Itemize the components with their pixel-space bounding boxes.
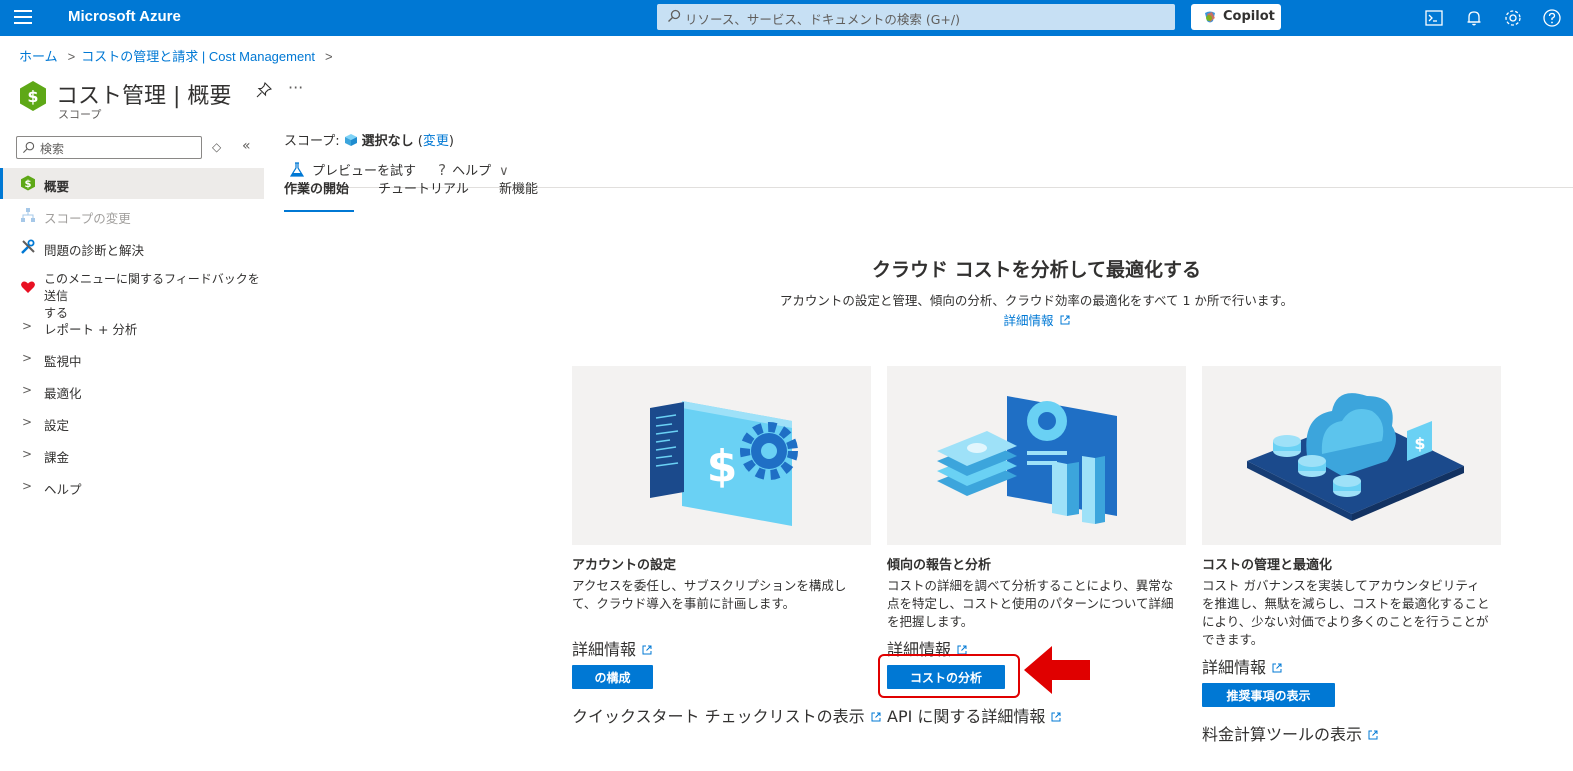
card-description: アクセスを委任し、サブスクリプションを構成し て、クラウド導入を事前に計画します。	[572, 578, 847, 611]
heart-icon	[21, 281, 35, 293]
collapse-sidebar-icon[interactable]: «	[242, 138, 251, 154]
api-learn-more-link[interactable]: API に関する詳細情報	[887, 703, 1061, 727]
more-options-icon[interactable]: ···	[288, 78, 303, 97]
hierarchy-icon	[21, 208, 35, 222]
tab-tutorials[interactable]: チュートリアル	[378, 182, 469, 212]
sidebar-item-billing[interactable]: > 課金	[0, 444, 264, 466]
external-link-icon	[1272, 663, 1282, 673]
sidebar-item-change-scope[interactable]: スコープの変更	[0, 205, 264, 227]
command-bar: プレビューを試す ? ヘルプ ∨	[290, 160, 509, 179]
cloud-shell-icon[interactable]	[1424, 8, 1444, 28]
card-description: コスト ガバナンスを実装してアカウンタビリティ を推進し、無駄を減らし、コストを最…	[1202, 578, 1490, 647]
dollar-hex-icon: $	[21, 175, 35, 191]
card-description: コストの詳細を調べて分析することにより、異常な 点を特定し、コストと使用のパターン…	[887, 578, 1174, 629]
svg-text:$: $	[25, 179, 32, 190]
svg-text:$: $	[27, 87, 38, 106]
pin-icon[interactable]	[256, 82, 272, 98]
brand-title[interactable]: Microsoft Azure	[68, 8, 181, 25]
breadcrumb-billing-link[interactable]: コストの管理と請求 | Cost Management	[81, 49, 315, 64]
external-link-icon	[1051, 712, 1061, 722]
quickstart-checklist-link[interactable]: クイックスタート チェックリストの表示	[572, 703, 881, 727]
hero-description: アカウントの設定と管理、傾向の分析、クラウド効率の最適化をすべて 1 か所で行い…	[779, 293, 1294, 308]
help-question-icon[interactable]	[1542, 8, 1562, 28]
chevron-right-icon: >	[22, 479, 33, 493]
card-report-analyze: 傾向の報告と分析 コストの詳細を調べて分析することにより、異常な 点を特定し、コス…	[887, 366, 1186, 631]
pricing-calculator-link[interactable]: 料金計算ツールの表示	[1202, 721, 1378, 745]
sidebar-item-help[interactable]: > ヘルプ	[0, 476, 264, 498]
card3-learn-more-link[interactable]: 詳細情報	[1202, 654, 1282, 678]
view-recommendations-button[interactable]: 推奨事項の表示	[1202, 683, 1335, 707]
cost-management-dollar-icon: $	[20, 81, 46, 111]
sidebar-search-input[interactable]: 検索	[16, 136, 202, 159]
chevron-down-icon: ∨	[499, 164, 509, 179]
copilot-icon	[1205, 11, 1215, 23]
chevron-right-icon: >	[22, 447, 33, 461]
hero-learn-more-link[interactable]: 詳細情報	[572, 310, 1501, 329]
card-title: コストの管理と最適化	[1202, 558, 1333, 573]
sidebar-item-reports[interactable]: > レポート + 分析	[0, 316, 264, 338]
page-subtitle: スコープ	[58, 108, 102, 121]
svg-text:$: $	[1414, 434, 1425, 453]
chevron-right-icon: >	[22, 319, 33, 333]
notifications-bell-icon[interactable]	[1464, 8, 1484, 28]
help-dropdown[interactable]: ? ヘルプ ∨	[420, 161, 509, 179]
search-icon	[668, 9, 681, 22]
configure-button[interactable]: の構成	[572, 665, 653, 689]
tab-whats-new[interactable]: 新機能	[499, 182, 538, 212]
breadcrumb-home-link[interactable]: ホーム	[19, 49, 58, 64]
report-analyze-illustration	[887, 366, 1186, 545]
card1-learn-more-link[interactable]: 詳細情報	[572, 636, 652, 660]
copilot-button[interactable]: Copilot	[1191, 4, 1281, 30]
search-icon	[22, 141, 35, 154]
sidebar-item-feedback[interactable]: このメニューに関するフィードバックを送信 する	[0, 269, 264, 320]
highlight-box	[878, 654, 1020, 698]
external-link-icon	[871, 712, 881, 722]
sidebar-item-monitoring[interactable]: > 監視中	[0, 348, 264, 370]
sort-toggle-icon[interactable]: ◇	[212, 140, 221, 154]
hero-title: クラウド コストを分析して最適化する	[871, 259, 1202, 281]
question-icon: ?	[438, 161, 447, 179]
chevron-right-icon: >	[22, 351, 33, 365]
divider	[284, 187, 1573, 188]
sidebar-item-diagnose[interactable]: 問題の診断と解決	[0, 237, 264, 259]
card-manage-optimize: $ コストの管理と最適化 コスト ガバナンスを実装してアカウンタビリティ を推進し…	[1202, 366, 1501, 649]
chevron-right-icon: >	[22, 415, 33, 429]
sidebar-item-settings[interactable]: > 設定	[0, 412, 264, 434]
card-account-setup: $ アカウントの設定 アクセスを委任し、サブスクリプションを構成し て、クラウド導…	[572, 366, 871, 613]
manage-optimize-illustration: $	[1202, 366, 1501, 545]
try-preview-button[interactable]: プレビューを試す	[290, 162, 416, 179]
cube-icon	[344, 134, 357, 146]
sidebar-item-overview[interactable]: $ 概要	[0, 168, 264, 199]
hamburger-menu-icon[interactable]	[14, 10, 32, 26]
flask-icon	[290, 162, 304, 177]
wrench-icon	[21, 239, 35, 254]
search-placeholder: リソース、サービス、ドキュメントの検索 (G+/)	[685, 12, 960, 27]
svg-text:$: $	[707, 441, 738, 492]
red-arrow-annotation-icon	[1024, 646, 1090, 694]
account-setup-illustration: $	[572, 366, 871, 545]
chevron-right-icon: >	[22, 383, 33, 397]
top-bar: Microsoft Azure リソース、サービス、ドキュメントの検索 (G+/…	[0, 0, 1573, 36]
scope-selector: スコープ: 選択なし (変更)	[284, 134, 454, 149]
external-link-icon	[642, 645, 652, 655]
tab-getting-started[interactable]: 作業の開始	[284, 182, 354, 212]
external-link-icon	[1368, 730, 1378, 740]
card-title: 傾向の報告と分析	[887, 558, 992, 573]
global-search-input[interactable]: リソース、サービス、ドキュメントの検索 (G+/)	[657, 4, 1175, 30]
breadcrumb: ホーム > コストの管理と請求 | Cost Management >	[19, 49, 333, 64]
external-link-icon	[1060, 315, 1069, 325]
settings-gear-icon[interactable]	[1503, 8, 1523, 28]
sidebar-item-optimization[interactable]: > 最適化	[0, 380, 264, 402]
card-title: アカウントの設定	[572, 558, 677, 573]
change-scope-link[interactable]: 変更	[423, 134, 449, 149]
